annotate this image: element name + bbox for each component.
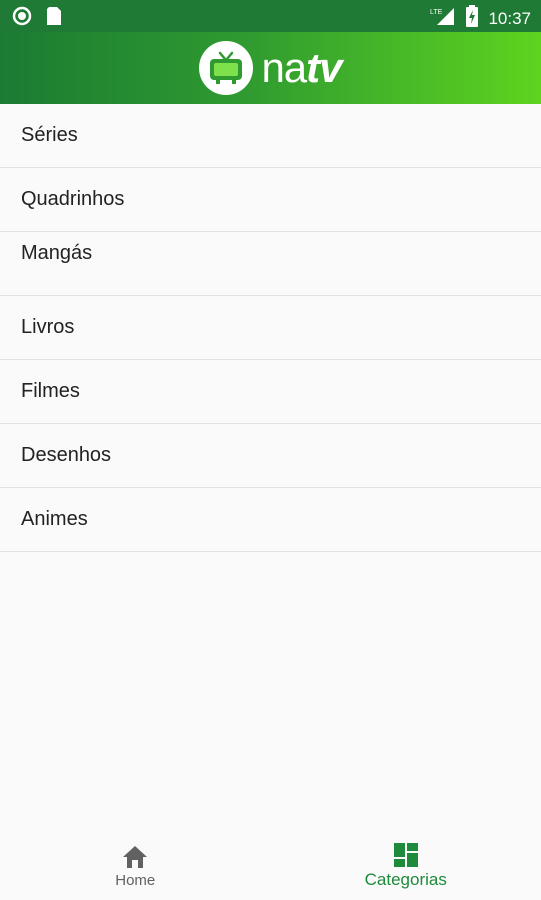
nav-tab-categorias[interactable]: Categorias bbox=[271, 832, 541, 900]
category-label: Mangás bbox=[21, 242, 93, 264]
category-item-series[interactable]: Séries bbox=[0, 104, 541, 168]
category-label: Séries bbox=[21, 124, 78, 146]
logo-badge bbox=[199, 41, 254, 95]
category-label: Quadrinhos bbox=[21, 188, 125, 210]
nav-tab-categorias-label: Categorias bbox=[364, 870, 447, 889]
app-logo: natv bbox=[199, 41, 343, 95]
battery-charging-icon bbox=[466, 5, 479, 32]
category-item-animes[interactable]: Animes bbox=[0, 488, 541, 552]
sim-card-icon bbox=[46, 6, 62, 31]
status-bar: LTE 10:37 bbox=[0, 0, 541, 32]
category-label: Desenhos bbox=[21, 444, 112, 466]
lte-label: LTE bbox=[430, 9, 443, 16]
notification-dot-icon bbox=[12, 6, 32, 31]
category-item-desenhos[interactable]: Desenhos bbox=[0, 424, 541, 488]
status-time: 10:37 bbox=[488, 8, 531, 28]
logo-text-tv: tv bbox=[306, 44, 342, 91]
logo-text-na: na bbox=[261, 44, 307, 91]
logo-wordmark: natv bbox=[261, 44, 342, 91]
category-label: Animes bbox=[21, 508, 88, 530]
category-item-filmes[interactable]: Filmes bbox=[0, 360, 541, 424]
tv-icon bbox=[210, 51, 243, 84]
app-bar: natv bbox=[0, 32, 541, 104]
category-item-quadrinhos[interactable]: Quadrinhos bbox=[0, 168, 541, 232]
category-label: Livros bbox=[21, 316, 75, 338]
bottom-navigation: Home Categorias bbox=[0, 832, 541, 900]
lte-signal-icon: LTE bbox=[430, 6, 456, 31]
category-label: Filmes bbox=[21, 380, 80, 402]
category-list: Séries Quadrinhos Mangás Livros Filmes D… bbox=[0, 104, 541, 552]
category-item-livros[interactable]: Livros bbox=[0, 296, 541, 360]
nav-tab-home[interactable]: Home bbox=[0, 832, 271, 900]
nav-tab-home-label: Home bbox=[115, 871, 156, 889]
category-item-mangas[interactable]: Mangás bbox=[0, 232, 541, 296]
home-icon bbox=[123, 845, 148, 868]
dashboard-icon bbox=[393, 843, 418, 867]
